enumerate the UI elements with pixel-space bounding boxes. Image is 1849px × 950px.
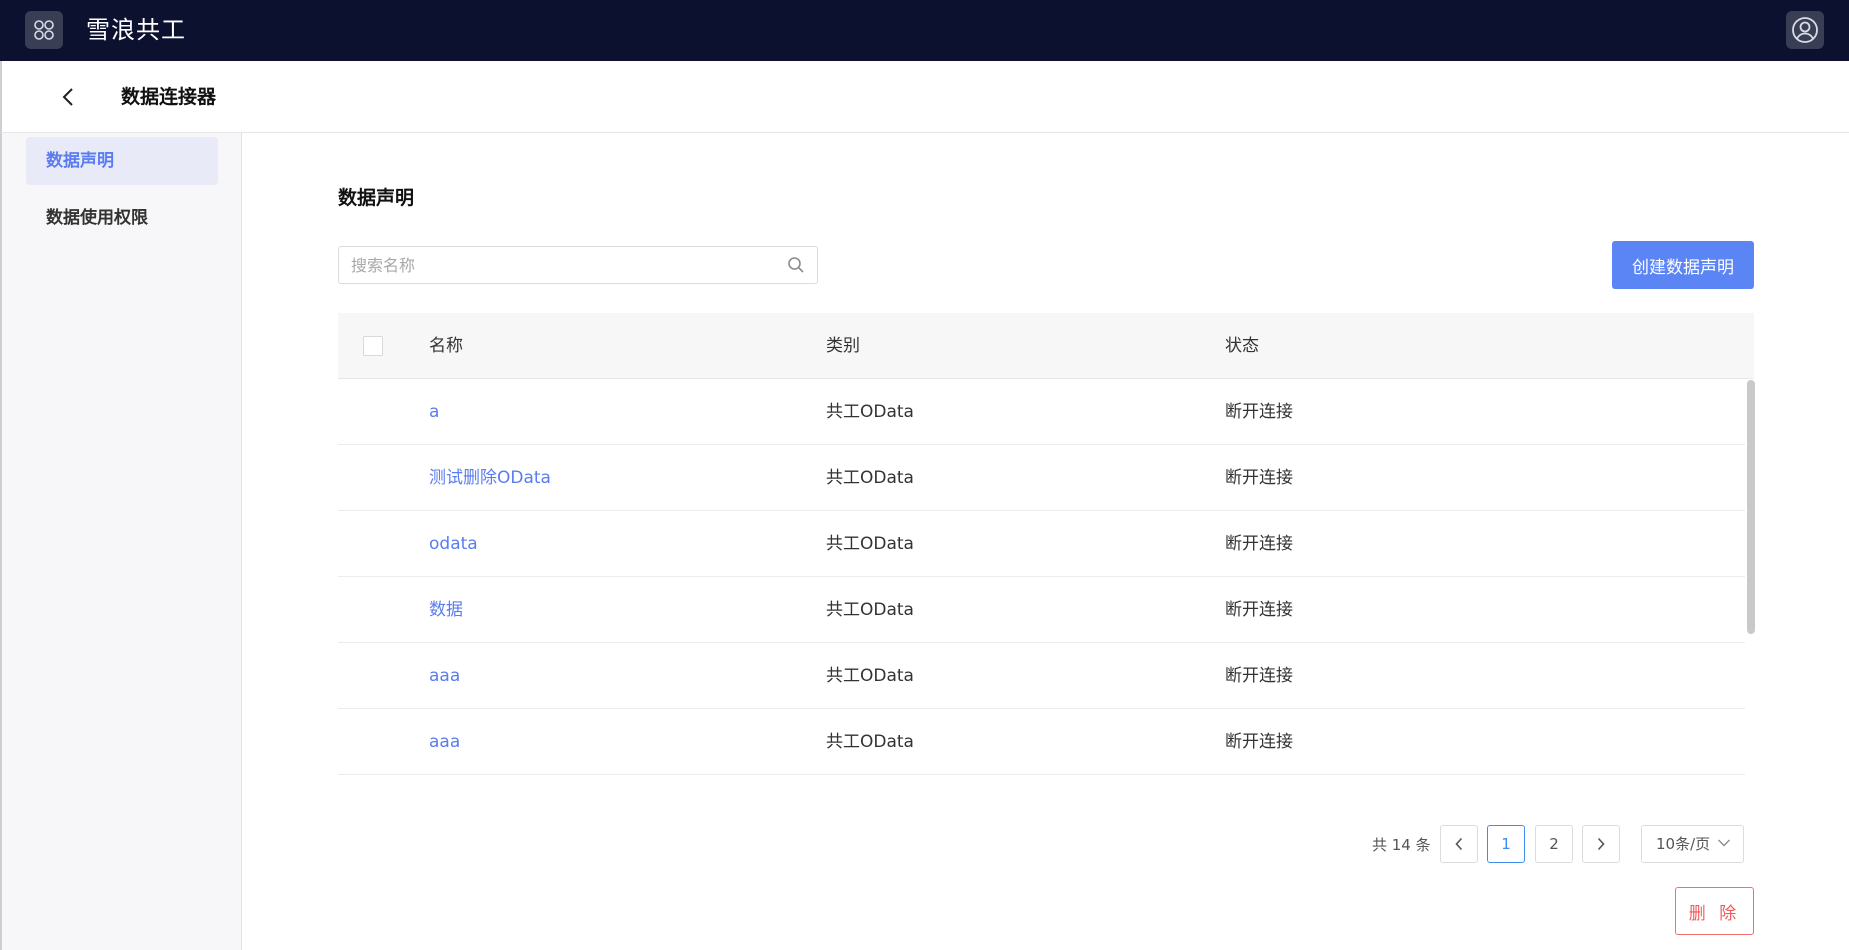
data-table: 名称 类别 状态 a 共工OData 断开连接 测试删除OData 共工ODat… <box>338 313 1754 775</box>
row-name-link[interactable]: a <box>429 379 439 445</box>
table-row[interactable]: aaa 共工OData 断开连接 <box>338 643 1745 709</box>
app-launcher-button[interactable] <box>25 11 63 49</box>
search-input[interactable] <box>351 247 771 283</box>
page-size-select[interactable]: 10条/页 <box>1641 825 1744 863</box>
sidebar: 数据声明 数据使用权限 <box>0 133 242 950</box>
app-grid-icon <box>34 20 54 40</box>
row-status: 断开连接 <box>1225 402 1293 422</box>
search-icon[interactable] <box>787 256 805 278</box>
app-title: 雪浪共工 <box>86 16 186 44</box>
page-title: 数据连接器 <box>121 86 217 108</box>
row-name-link[interactable]: aaa <box>429 643 460 709</box>
chevron-down-icon <box>1718 839 1730 847</box>
table-row[interactable]: 数据 共工OData 断开连接 <box>338 577 1745 643</box>
row-status: 断开连接 <box>1225 600 1293 620</box>
page-size-value: 10条/页 <box>1656 835 1711 853</box>
row-category: 共工OData <box>826 468 914 488</box>
table-body: a 共工OData 断开连接 测试删除OData 共工OData 断开连接 od… <box>338 379 1745 775</box>
table-row[interactable]: aaa 共工OData 断开连接 <box>338 709 1745 775</box>
row-status: 断开连接 <box>1225 732 1293 752</box>
row-category: 共工OData <box>826 666 914 686</box>
row-name-link[interactable]: odata <box>429 511 478 577</box>
pagination-total: 共 14 条 <box>1372 836 1431 854</box>
column-header-status[interactable]: 状态 <box>1225 313 1259 379</box>
row-name-link[interactable]: 测试删除OData <box>429 445 551 511</box>
sidebar-item-data-permissions[interactable]: 数据使用权限 <box>26 194 218 242</box>
table-row[interactable]: odata 共工OData 断开连接 <box>338 511 1745 577</box>
sidebar-item-data-declaration[interactable]: 数据声明 <box>26 137 218 185</box>
row-status: 断开连接 <box>1225 666 1293 686</box>
table-header: 名称 类别 状态 <box>338 313 1754 379</box>
row-name-link[interactable]: aaa <box>429 709 460 775</box>
column-header-name[interactable]: 名称 <box>429 313 463 379</box>
table-scrollbar[interactable] <box>1747 380 1755 634</box>
table-row[interactable]: a 共工OData 断开连接 <box>338 379 1745 445</box>
create-data-declaration-button[interactable]: 创建数据声明 <box>1612 241 1754 289</box>
back-button[interactable] <box>54 83 82 111</box>
chevron-left-icon <box>62 88 73 106</box>
row-category: 共工OData <box>826 600 914 620</box>
pagination-page-2[interactable]: 2 <box>1535 825 1573 863</box>
pagination-page-1[interactable]: 1 <box>1487 825 1525 863</box>
table-row[interactable]: 测试删除OData 共工OData 断开连接 <box>338 445 1745 511</box>
row-category: 共工OData <box>826 732 914 752</box>
row-status: 断开连接 <box>1225 468 1293 488</box>
row-status: 断开连接 <box>1225 534 1293 554</box>
section-title: 数据声明 <box>338 187 415 209</box>
page-header: 数据连接器 <box>0 61 1849 133</box>
pagination-next-button[interactable] <box>1582 825 1620 863</box>
top-navigation-bar: 雪浪共工 <box>0 0 1849 61</box>
row-category: 共工OData <box>826 534 914 554</box>
search-box <box>338 246 818 284</box>
row-name-link[interactable]: 数据 <box>429 577 463 643</box>
user-circle-icon <box>1792 17 1818 43</box>
select-all-checkbox[interactable] <box>363 336 383 356</box>
pagination-prev-button[interactable] <box>1440 825 1478 863</box>
chevron-left-icon <box>1455 837 1463 851</box>
user-avatar-button[interactable] <box>1786 11 1824 49</box>
column-header-category[interactable]: 类别 <box>826 313 860 379</box>
chevron-right-icon <box>1597 837 1605 851</box>
delete-button[interactable]: 删 除 <box>1675 887 1754 935</box>
row-category: 共工OData <box>826 402 914 422</box>
